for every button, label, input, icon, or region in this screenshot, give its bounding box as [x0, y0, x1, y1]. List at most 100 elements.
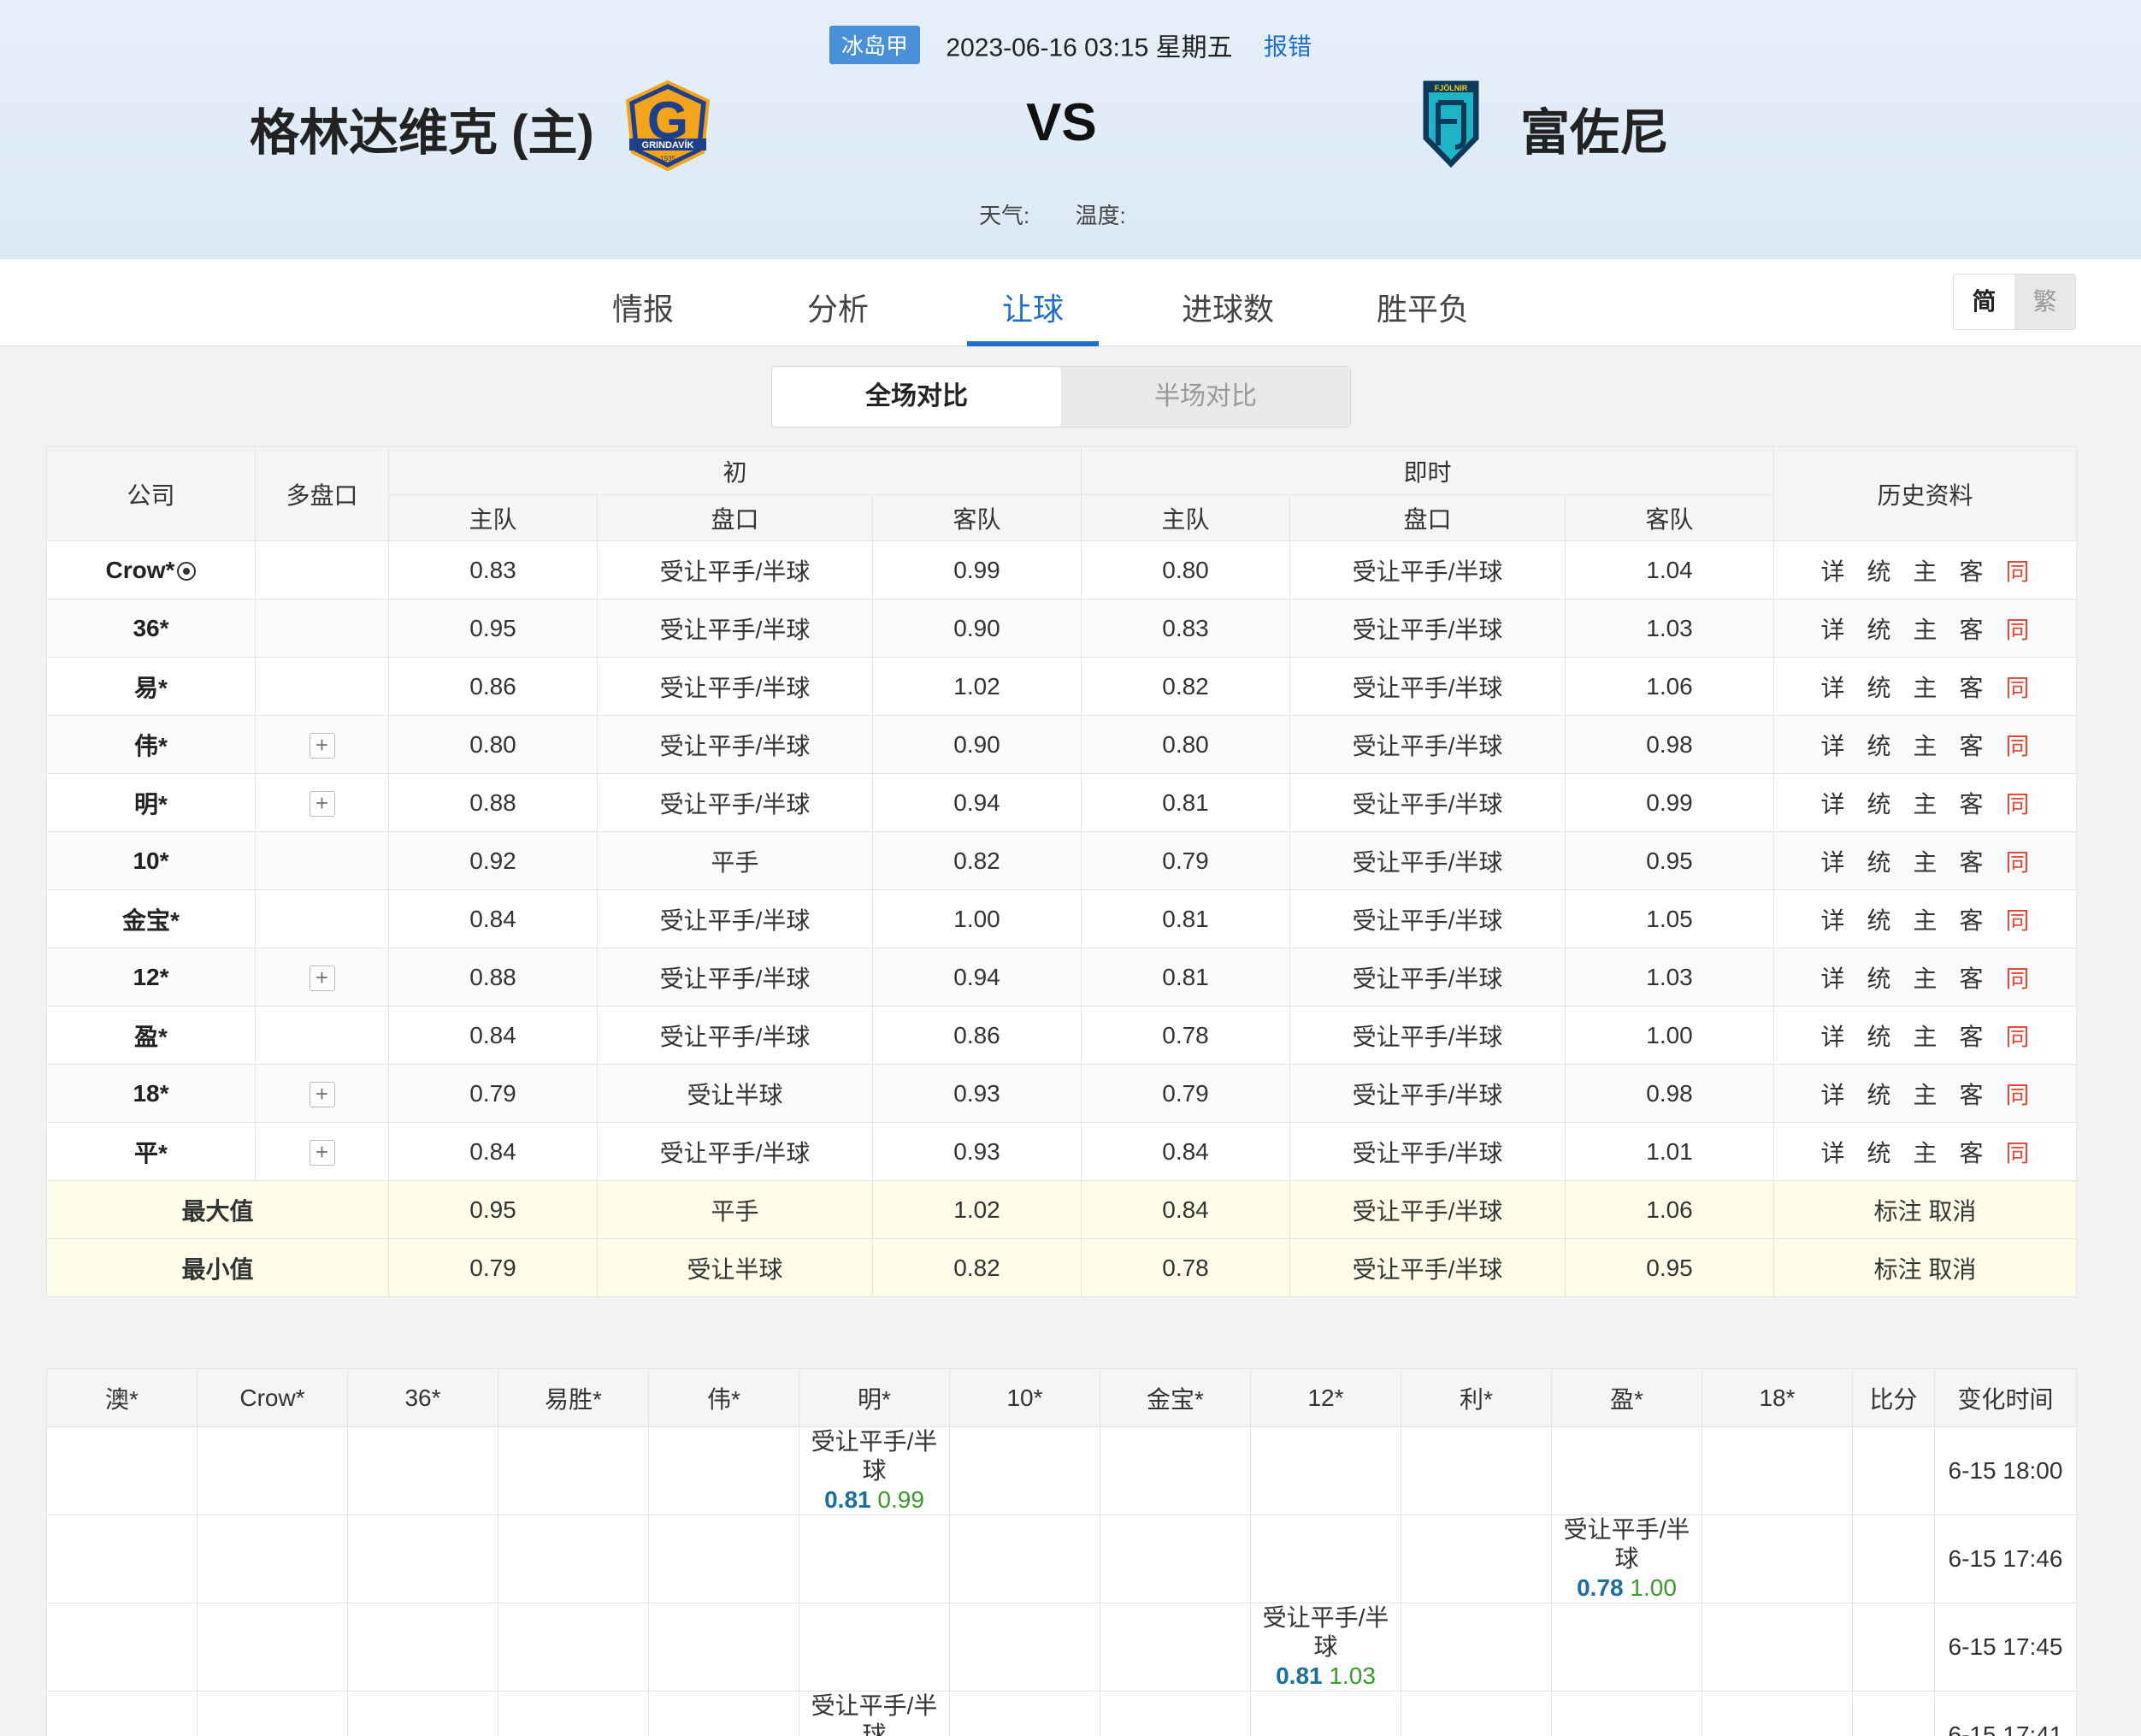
company-name[interactable]: 36* — [46, 599, 256, 658]
detail-link[interactable]: 详 — [1820, 965, 1844, 992]
tab-1x2[interactable]: 胜平负 — [1356, 285, 1489, 329]
tab-analysis[interactable]: 分析 — [771, 285, 905, 329]
history-links: 详统主客同 — [1773, 948, 2078, 1007]
same-link[interactable]: 同 — [2006, 1140, 2030, 1166]
away-link[interactable]: 客 — [1960, 1024, 1984, 1050]
detail-link[interactable]: 详 — [1820, 733, 1844, 759]
detail-link[interactable]: 详 — [1820, 558, 1844, 585]
away-link[interactable]: 客 — [1960, 791, 1984, 818]
full-time-compare-button[interactable]: 全场对比 — [772, 367, 1061, 427]
stats-link[interactable]: 统 — [1867, 675, 1890, 701]
home-link[interactable]: 主 — [1914, 907, 1938, 934]
stats-link[interactable]: 统 — [1867, 1024, 1890, 1050]
same-link[interactable]: 同 — [2006, 558, 2030, 585]
home-link[interactable]: 主 — [1914, 849, 1938, 876]
detail-link[interactable]: 详 — [1820, 849, 1844, 876]
same-link[interactable]: 同 — [2006, 733, 2030, 759]
company-name[interactable]: 伟* — [46, 715, 256, 774]
tab-handicap[interactable]: 让球 — [966, 285, 1100, 329]
report-error-link[interactable]: 报错 — [1264, 33, 1312, 60]
home-link[interactable]: 主 — [1914, 733, 1938, 759]
odds-row: 伟* +0.80 受让平手/半球 0.90 0.80 受让平手/半球 0.98 详统主客同 — [46, 715, 2078, 774]
lang-simplified-button[interactable]: 简 — [1954, 275, 2014, 329]
detail-link[interactable]: 详 — [1820, 791, 1844, 818]
history-empty-cell — [949, 1691, 1100, 1736]
home-link[interactable]: 主 — [1914, 558, 1938, 585]
history-empty-cell — [1702, 1603, 1853, 1692]
cancel-link[interactable]: 取消 — [1928, 1256, 1976, 1283]
stats-link[interactable]: 统 — [1867, 791, 1890, 818]
same-link[interactable]: 同 — [2006, 907, 2030, 934]
half-time-compare-button[interactable]: 半场对比 — [1061, 367, 1350, 427]
mark-link[interactable]: 标注 — [1874, 1256, 1922, 1283]
home-link[interactable]: 主 — [1914, 965, 1938, 992]
away-link[interactable]: 客 — [1960, 907, 1984, 934]
detail-link[interactable]: 详 — [1820, 675, 1844, 701]
away-link[interactable]: 客 — [1960, 849, 1984, 876]
lang-traditional-button[interactable]: 繁 — [2014, 275, 2075, 329]
home-team-name[interactable]: 格林达维克 (主) — [250, 92, 594, 164]
stats-link[interactable]: 统 — [1867, 733, 1890, 759]
expand-plus-icon[interactable]: + — [309, 1081, 335, 1107]
company-name[interactable]: Crow* — [46, 540, 256, 599]
home-link[interactable]: 主 — [1914, 675, 1938, 701]
stats-link[interactable]: 统 — [1867, 617, 1890, 643]
away-link[interactable]: 客 — [1960, 965, 1984, 992]
company-name[interactable]: 盈* — [46, 1006, 256, 1065]
away-team-logo[interactable]: FJÖLNIR — [1421, 79, 1481, 169]
odds-i-away: 0.86 — [872, 1006, 1082, 1065]
expand-plus-icon[interactable]: + — [309, 790, 335, 817]
tab-info[interactable]: 情报 — [576, 285, 710, 329]
mark-link[interactable]: 标注 — [1874, 1198, 1922, 1225]
away-link[interactable]: 客 — [1960, 733, 1984, 759]
detail-link[interactable]: 详 — [1820, 1024, 1844, 1050]
expand-plus-icon[interactable]: + — [309, 732, 335, 759]
league-badge[interactable]: 冰岛甲 — [829, 26, 921, 64]
home-link[interactable]: 主 — [1914, 1082, 1938, 1108]
company-name[interactable]: 12* — [46, 948, 256, 1007]
expand-plus-icon[interactable]: + — [309, 1139, 335, 1166]
same-link[interactable]: 同 — [2006, 1082, 2030, 1108]
stats-link[interactable]: 统 — [1867, 1140, 1890, 1166]
away-link[interactable]: 客 — [1960, 675, 1984, 701]
same-link[interactable]: 同 — [2006, 1024, 2030, 1050]
home-link[interactable]: 主 — [1914, 1024, 1938, 1050]
detail-link[interactable]: 详 — [1820, 617, 1844, 643]
away-team-name[interactable]: 富佐尼 — [1520, 92, 1669, 164]
same-link[interactable]: 同 — [2006, 617, 2030, 643]
detail-link[interactable]: 详 — [1820, 1082, 1844, 1108]
history-empty-cell — [46, 1603, 198, 1692]
home-link[interactable]: 主 — [1914, 617, 1938, 643]
away-link[interactable]: 客 — [1960, 558, 1984, 585]
tab-goals[interactable]: 进球数 — [1161, 285, 1295, 329]
away-link[interactable]: 客 — [1960, 617, 1984, 643]
home-team-logo[interactable]: G GRINDAVÍK 1935 — [622, 79, 713, 173]
stats-link[interactable]: 统 — [1867, 907, 1890, 934]
stats-link[interactable]: 统 — [1867, 558, 1890, 585]
same-link[interactable]: 同 — [2006, 849, 2030, 876]
detail-link[interactable]: 详 — [1820, 1140, 1844, 1166]
company-name[interactable]: 10* — [46, 831, 256, 890]
history-empty-cell — [347, 1603, 498, 1692]
company-name[interactable]: 18* — [46, 1064, 256, 1123]
stats-link[interactable]: 统 — [1867, 965, 1890, 992]
same-link[interactable]: 同 — [2006, 965, 2030, 992]
stats-link[interactable]: 统 — [1867, 1082, 1890, 1108]
away-link[interactable]: 客 — [1960, 1082, 1984, 1108]
odds-i-away: 0.90 — [872, 599, 1082, 658]
home-link[interactable]: 主 — [1914, 1140, 1938, 1166]
away-link[interactable]: 客 — [1960, 1140, 1984, 1166]
home-link[interactable]: 主 — [1914, 791, 1938, 818]
stats-link[interactable]: 统 — [1867, 849, 1890, 876]
expand-plus-icon[interactable]: + — [309, 965, 335, 991]
detail-link[interactable]: 详 — [1820, 907, 1844, 934]
company-name[interactable]: 金宝* — [46, 889, 256, 948]
same-link[interactable]: 同 — [2006, 791, 2030, 818]
history-empty-cell — [949, 1515, 1100, 1603]
company-name[interactable]: 明* — [46, 773, 256, 832]
same-link[interactable]: 同 — [2006, 675, 2030, 701]
odds-i-home: 0.86 — [388, 657, 598, 716]
cancel-link[interactable]: 取消 — [1928, 1198, 1976, 1225]
company-name[interactable]: 易* — [46, 657, 256, 716]
company-name[interactable]: 平* — [46, 1122, 256, 1181]
